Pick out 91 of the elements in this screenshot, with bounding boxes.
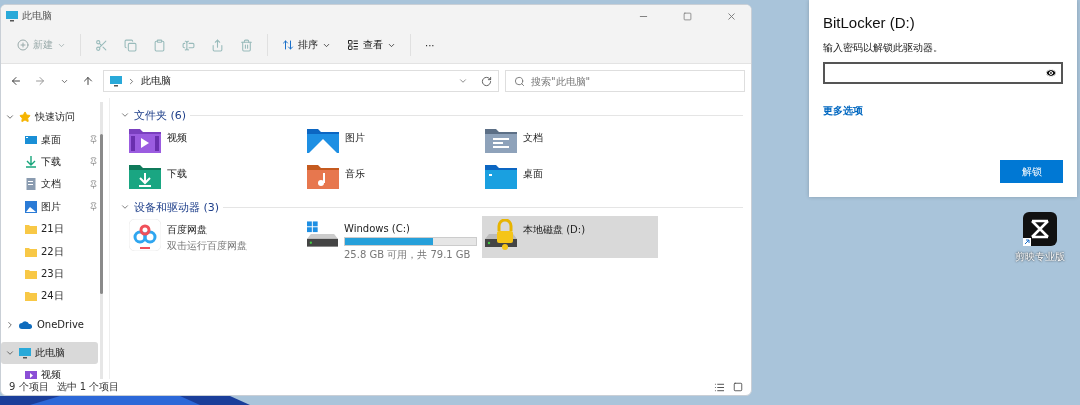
locked-drive-icon	[485, 219, 517, 251]
chevron-right-icon	[127, 76, 136, 86]
layout-list-icon	[347, 39, 359, 51]
cloud-app-icon	[129, 219, 161, 251]
folder-icon	[25, 267, 37, 280]
arrow-up-icon	[82, 75, 94, 87]
item-detail: 双击运行百度网盘	[167, 239, 247, 253]
password-field[interactable]	[823, 62, 1063, 84]
download-icon	[25, 155, 37, 168]
video-folder-icon	[129, 127, 161, 155]
video-folder-icon	[25, 369, 37, 379]
scissors-icon	[95, 38, 108, 52]
sidebar-item[interactable]: 文档	[1, 173, 98, 196]
sidebar-item[interactable]: 22日	[1, 240, 98, 263]
address-bar[interactable]: 此电脑	[103, 70, 499, 92]
group-header[interactable]: 设备和驱动器 (3)	[134, 199, 220, 215]
unlock-button[interactable]: 解锁	[1000, 160, 1063, 183]
picture-folder-icon	[307, 127, 339, 155]
folder-tile[interactable]: 下载	[126, 160, 302, 196]
sidebar-item[interactable]: 快速访问	[1, 106, 98, 129]
sidebar-item[interactable]: 图片	[1, 195, 98, 218]
folder-icon	[25, 223, 37, 236]
more-options-link[interactable]: 更多选项	[823, 104, 863, 118]
sidebar-item[interactable]: 24日	[1, 285, 98, 308]
dialog-prompt: 输入密码以解锁此驱动器。	[823, 41, 944, 55]
download-folder-icon	[129, 163, 161, 191]
drive-tile[interactable]: 百度网盘 双击运行百度网盘	[126, 216, 302, 258]
search-field[interactable]: 搜索"此电脑"	[505, 70, 745, 92]
chevron-down-icon	[458, 76, 468, 86]
close-icon	[725, 10, 737, 22]
item-name: 图片	[345, 131, 365, 145]
drive-tile[interactable]: 本地磁盘 (D:)	[482, 216, 658, 258]
item-name: 下载	[167, 167, 187, 181]
status-text: 9 个项目	[9, 380, 49, 394]
more-button[interactable]: ···	[419, 32, 441, 58]
document-folder-icon	[485, 127, 517, 155]
cloud-icon	[19, 319, 33, 330]
star-icon	[19, 111, 31, 124]
arrow-left-icon	[10, 75, 22, 87]
folder-tile[interactable]: 桌面	[482, 160, 658, 196]
monitor-icon	[19, 347, 31, 360]
search-input[interactable]: 搜索"此电脑"	[531, 75, 736, 87]
sidebar-item[interactable]: OneDrive	[1, 313, 98, 336]
dialog-title: BitLocker (D:)	[823, 14, 916, 31]
eye-icon	[1045, 67, 1057, 79]
details-view-icon	[714, 381, 725, 393]
maximize-icon	[682, 11, 692, 21]
share-icon	[211, 38, 224, 52]
desktop-icon	[25, 133, 37, 146]
folder-tile[interactable]: 视频	[126, 124, 302, 160]
address-path: 此电脑	[141, 74, 172, 88]
document-icon	[25, 178, 37, 191]
item-name: 音乐	[345, 167, 365, 181]
trash-icon	[240, 38, 253, 52]
monitor-icon	[6, 10, 18, 22]
status-text: 选中 1 个项目	[56, 380, 120, 394]
refresh-icon	[481, 75, 492, 87]
sidebar-item[interactable]: 下载	[1, 150, 98, 174]
sort-button[interactable]: 排序	[276, 32, 337, 58]
item-name: 视频	[167, 131, 187, 145]
music-folder-icon	[307, 163, 339, 191]
group-header[interactable]: 文件夹 (6)	[134, 107, 187, 123]
item-name: Windows (C:)	[344, 223, 411, 234]
scrollbar-thumb[interactable]	[100, 134, 103, 294]
folder-tile[interactable]: 文档	[482, 124, 658, 160]
picture-icon	[25, 200, 37, 213]
folder-tile[interactable]: 音乐	[304, 160, 480, 196]
item-name: 本地磁盘 (D:)	[523, 223, 586, 237]
window-title: 此电脑	[22, 9, 53, 23]
sidebar-item[interactable]: 23日	[1, 262, 98, 286]
rename-icon	[182, 38, 195, 52]
folder-icon	[25, 245, 37, 258]
sidebar-item[interactable]: 21日	[1, 217, 98, 241]
item-name: 文档	[523, 131, 543, 145]
app-shortcut-icon	[1023, 212, 1057, 246]
clipboard-icon	[153, 38, 166, 52]
arrow-right-icon	[34, 75, 46, 87]
copy-icon	[124, 38, 137, 52]
plus-circle-icon	[17, 39, 29, 51]
desktop-folder-icon	[485, 163, 517, 191]
sidebar-item[interactable]: 桌面	[1, 128, 98, 151]
sort-arrows-icon	[282, 39, 294, 51]
tiles-view-icon	[733, 382, 743, 392]
search-icon	[514, 75, 525, 87]
item-name: 百度网盘	[167, 223, 208, 237]
item-name: 桌面	[523, 167, 543, 181]
view-button[interactable]: 查看	[341, 32, 402, 58]
folder-icon	[25, 290, 37, 303]
monitor-icon	[110, 75, 122, 87]
sidebar-item[interactable]: 此电脑	[1, 341, 98, 365]
folder-tile[interactable]: 图片	[304, 124, 480, 160]
